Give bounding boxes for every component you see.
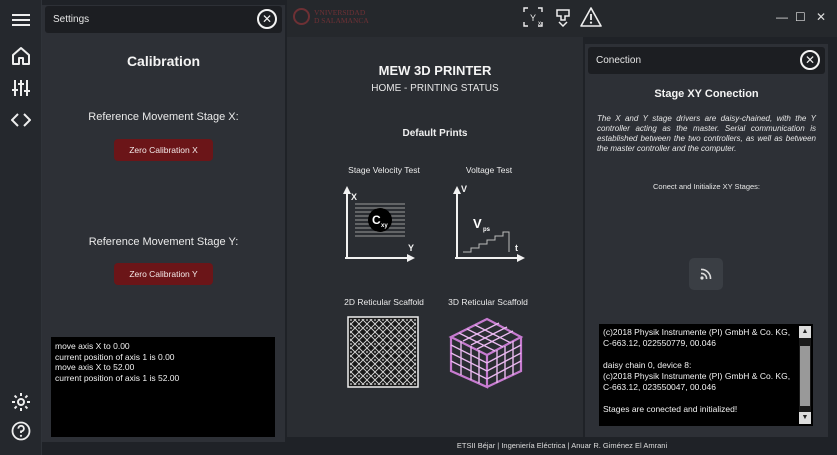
code-icon[interactable] xyxy=(9,108,33,132)
velocity-test-label: Stage Velocity Test xyxy=(348,165,420,175)
page-subtitle: HOME - PRINTING STATUS xyxy=(371,83,499,94)
connect-stages-button[interactable] xyxy=(689,258,723,290)
zero-calibration-y-button[interactable]: Zero Calibration Y xyxy=(114,263,213,285)
voltage-axis-y-label: V xyxy=(461,184,467,194)
connect-label: Conect and Initialize XY Stages: xyxy=(652,182,760,191)
settings-close-icon[interactable]: ✕ xyxy=(257,9,277,29)
connection-log-text: (c)2018 Physik Instrumente (PI) GmbH & C… xyxy=(603,327,791,414)
log-scrollbar[interactable]: ▲ ▼ xyxy=(799,326,811,424)
university-logo: VNIVERSIDAD D SALAMANCA xyxy=(293,8,369,25)
warning-icon[interactable] xyxy=(580,6,602,28)
voltage-test-thumbnail[interactable]: V t V ps xyxy=(451,182,527,267)
voltage-axis-x-label: t xyxy=(515,243,518,253)
zero-calibration-x-button[interactable]: Zero Calibration X xyxy=(114,139,213,161)
footer-credits: ETSII Béjar | Ingeniería Eléctrica | Anu… xyxy=(456,441,668,450)
scroll-down-icon[interactable]: ▼ xyxy=(799,412,811,424)
menu-icon[interactable] xyxy=(9,8,33,32)
voltage-badge: V xyxy=(473,216,482,231)
svg-text:Y: Y xyxy=(530,13,536,23)
stage-description: The X and Y stage drivers are daisy-chai… xyxy=(597,114,816,153)
scaffold-3d-label: 3D Reticular Scaffold xyxy=(448,297,528,307)
settings-title: Settings xyxy=(53,14,90,25)
ref-movement-x-label: Reference Movement Stage X: xyxy=(88,111,239,123)
close-window-button[interactable]: ✕ xyxy=(816,10,826,24)
rss-icon xyxy=(700,268,712,280)
scaffold-2d-label: 2D Reticular Scaffold xyxy=(344,297,424,307)
maximize-button[interactable]: ☐ xyxy=(795,10,806,24)
logo-line2: D SALAMANCA xyxy=(314,15,369,25)
velocity-axis-y-label: X xyxy=(351,192,357,202)
gear-icon[interactable] xyxy=(9,390,33,414)
velocity-axis-x-label: Y xyxy=(408,243,414,253)
connection-close-icon[interactable]: ✕ xyxy=(800,50,820,70)
connection-log: (c)2018 Physik Instrumente (PI) GmbH & C… xyxy=(599,324,813,426)
footer: ETSII Béjar | Ingeniería Eléctrica | Anu… xyxy=(287,437,837,455)
calibration-title: Calibration xyxy=(126,53,201,69)
voltage-test-label: Voltage Test xyxy=(465,165,513,175)
scroll-up-icon[interactable]: ▲ xyxy=(799,326,811,338)
voltage-badge-sub: ps xyxy=(483,227,491,233)
default-prints-heading: Default Prints xyxy=(402,128,468,139)
sliders-icon[interactable] xyxy=(9,76,33,100)
svg-text:x: x xyxy=(538,21,541,27)
university-seal-icon xyxy=(293,8,310,25)
velocity-test-thumbnail[interactable]: X Y C xy xyxy=(341,182,417,267)
ref-movement-y-label: Reference Movement Stage Y: xyxy=(88,236,239,248)
app-title: MEW 3D PRINTER xyxy=(378,63,492,78)
home-icon[interactable] xyxy=(9,44,33,68)
connection-header: Conection ✕ xyxy=(588,47,825,74)
connection-panel: Conection ✕ Stage XY Conection The X and… xyxy=(585,44,828,437)
scaffold-3d-thumbnail[interactable] xyxy=(447,313,525,394)
stage-xy-title: Stage XY Conection xyxy=(654,88,759,100)
settings-header: Settings ✕ xyxy=(45,6,282,33)
calibration-log: move axis X to 0.00 current position of … xyxy=(51,337,275,437)
connection-header-title: Conection xyxy=(596,55,642,66)
scaffold-2d-thumbnail[interactable] xyxy=(347,316,419,393)
minimize-button[interactable]: — xyxy=(776,10,788,24)
velocity-badge-sub: xy xyxy=(381,223,388,229)
icon-rail xyxy=(0,0,42,455)
download-icon[interactable] xyxy=(552,6,574,28)
axis-xy-icon[interactable]: Yx xyxy=(522,6,544,28)
velocity-badge: C xyxy=(372,213,381,227)
scroll-thumb[interactable] xyxy=(800,346,810,406)
help-icon[interactable] xyxy=(9,419,33,443)
settings-panel: Settings ✕ Calibration Reference Movemen… xyxy=(42,5,285,442)
